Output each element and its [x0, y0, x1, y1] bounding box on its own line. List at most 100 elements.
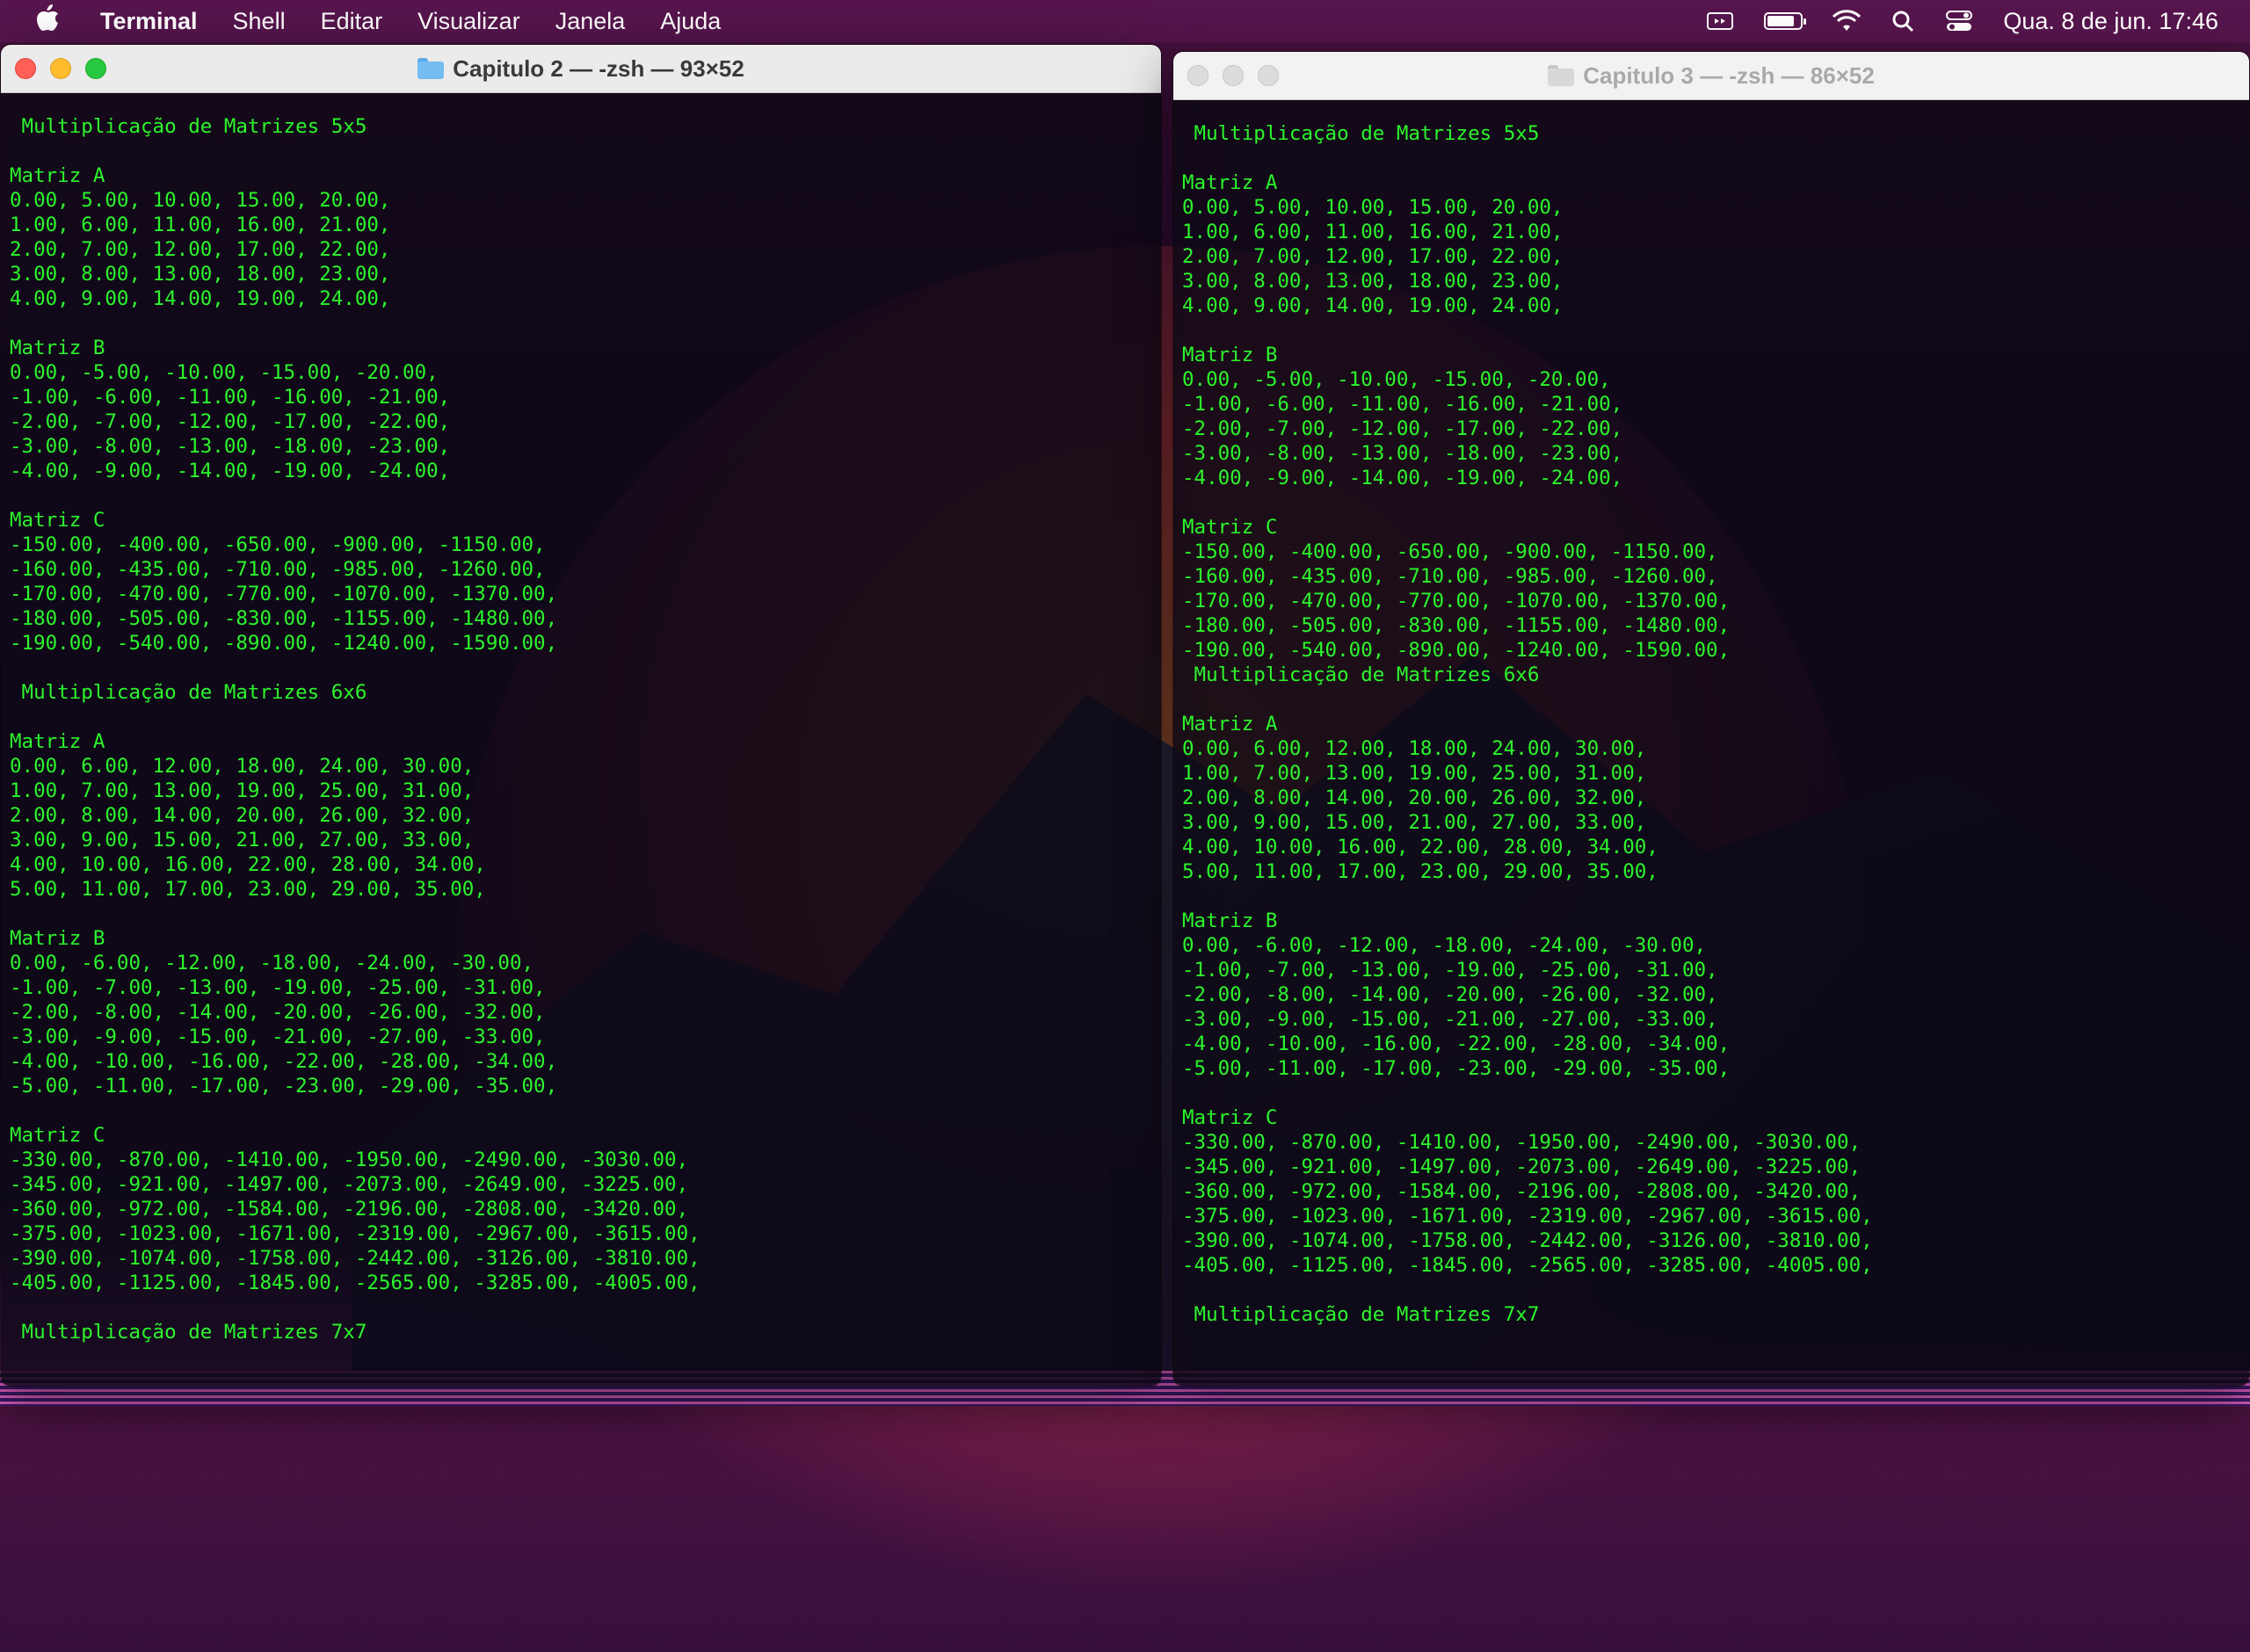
- terminal-line: 0.00, 5.00, 10.00, 15.00, 20.00,: [10, 189, 391, 212]
- terminal-line: 1.00, 7.00, 13.00, 19.00, 25.00, 31.00,: [10, 779, 475, 802]
- terminal-window-capitulo-3[interactable]: Capitulo 3 — -zsh — 86×52 Multiplicação …: [1172, 51, 2250, 1387]
- spotlight-search-icon[interactable]: [1891, 9, 1915, 33]
- terminal-line: 5.00, 11.00, 17.00, 23.00, 29.00, 35.00,: [10, 878, 486, 901]
- menu-app-name[interactable]: Terminal: [100, 8, 198, 35]
- terminal-line: -3.00, -8.00, -13.00, -18.00, -23.00,: [1182, 442, 1623, 465]
- terminal-line: -160.00, -435.00, -710.00, -985.00, -126…: [10, 558, 546, 581]
- terminal-line: 4.00, 9.00, 14.00, 19.00, 24.00,: [10, 287, 391, 310]
- folder-icon: [417, 58, 445, 79]
- folder-icon: [1548, 65, 1575, 86]
- traffic-lights: [1187, 52, 1293, 99]
- menu-editar[interactable]: Editar: [321, 8, 383, 35]
- terminal-line: -4.00, -9.00, -14.00, -19.00, -24.00,: [1182, 467, 1623, 489]
- terminal-line: -3.00, -9.00, -15.00, -21.00, -27.00, -3…: [10, 1025, 546, 1048]
- terminal-line: Multiplicação de Matrizes 5x5: [1182, 122, 1540, 145]
- menu-janela[interactable]: Janela: [555, 8, 626, 35]
- terminal-line: -180.00, -505.00, -830.00, -1155.00, -14…: [1182, 614, 1731, 637]
- window-titlebar[interactable]: Capitulo 2 — -zsh — 93×52: [1, 45, 1161, 93]
- control-center-icon[interactable]: [1945, 9, 1973, 33]
- terminal-line: Multiplicação de Matrizes 6x6: [1182, 663, 1540, 686]
- terminal-line: Matriz B: [10, 337, 105, 359]
- terminal-line: -160.00, -435.00, -710.00, -985.00, -126…: [1182, 565, 1718, 588]
- terminal-line: 5.00, 11.00, 17.00, 23.00, 29.00, 35.00,: [1182, 860, 1658, 883]
- terminal-line: 0.00, 6.00, 12.00, 18.00, 24.00, 30.00,: [10, 755, 475, 778]
- terminal-line: 1.00, 6.00, 11.00, 16.00, 21.00,: [1182, 221, 1564, 243]
- terminal-line: 2.00, 8.00, 14.00, 20.00, 26.00, 32.00,: [1182, 786, 1647, 809]
- terminal-line: -190.00, -540.00, -890.00, -1240.00, -15…: [10, 632, 558, 655]
- menu-clock[interactable]: Qua. 8 de jun. 17:46: [2003, 8, 2218, 35]
- terminal-line: -5.00, -11.00, -17.00, -23.00, -29.00, -…: [1182, 1057, 1731, 1080]
- terminal-line: 0.00, 5.00, 10.00, 15.00, 20.00,: [1182, 196, 1564, 219]
- terminal-line: 2.00, 8.00, 14.00, 20.00, 26.00, 32.00,: [10, 804, 475, 827]
- terminal-line: -4.00, -10.00, -16.00, -22.00, -28.00, -…: [10, 1050, 558, 1073]
- terminal-line: -3.00, -9.00, -15.00, -21.00, -27.00, -3…: [1182, 1008, 1718, 1031]
- terminal-line: -330.00, -870.00, -1410.00, -1950.00, -2…: [1182, 1131, 1862, 1154]
- terminal-line: 0.00, -5.00, -10.00, -15.00, -20.00,: [10, 361, 439, 384]
- terminal-line: Matriz A: [10, 164, 105, 187]
- terminal-line: Matriz B: [1182, 344, 1278, 366]
- terminal-line: Multiplicação de Matrizes 7x7: [10, 1321, 367, 1344]
- terminal-line: Multiplicação de Matrizes 7x7: [1182, 1303, 1540, 1326]
- terminal-line: 1.00, 7.00, 13.00, 19.00, 25.00, 31.00,: [1182, 762, 1647, 785]
- terminal-line: 3.00, 9.00, 15.00, 21.00, 27.00, 33.00,: [1182, 811, 1647, 834]
- terminal-output[interactable]: Multiplicação de Matrizes 5x5 Matriz A 0.0…: [1173, 100, 2249, 1386]
- terminal-line: -1.00, -6.00, -11.00, -16.00, -21.00,: [10, 386, 451, 409]
- terminal-line: -375.00, -1023.00, -1671.00, -2319.00, -…: [10, 1222, 700, 1245]
- minimize-button[interactable]: [50, 58, 71, 79]
- terminal-line: -405.00, -1125.00, -1845.00, -2565.00, -…: [1182, 1254, 1873, 1277]
- battery-icon[interactable]: [1764, 12, 1807, 30]
- wifi-icon[interactable]: [1833, 10, 1862, 33]
- terminal-line: 0.00, 6.00, 12.00, 18.00, 24.00, 30.00,: [1182, 737, 1647, 760]
- zoom-button[interactable]: [85, 58, 106, 79]
- terminal-line: 4.00, 9.00, 14.00, 19.00, 24.00,: [1182, 294, 1564, 317]
- menu-bar: Terminal Shell Editar Visualizar Janela …: [0, 0, 2250, 42]
- terminal-line: -5.00, -11.00, -17.00, -23.00, -29.00, -…: [10, 1075, 558, 1098]
- window-titlebar[interactable]: Capitulo 3 — -zsh — 86×52: [1173, 52, 2249, 100]
- terminal-line: -150.00, -400.00, -650.00, -900.00, -115…: [10, 533, 546, 556]
- terminal-line: -180.00, -505.00, -830.00, -1155.00, -14…: [10, 607, 558, 630]
- terminal-line: -2.00, -7.00, -12.00, -17.00, -22.00,: [10, 410, 451, 433]
- window-title: Capitulo 3 — -zsh — 86×52: [1583, 62, 1875, 89]
- close-button[interactable]: [1187, 65, 1208, 86]
- menu-visualizar[interactable]: Visualizar: [417, 8, 520, 35]
- terminal-line: -2.00, -7.00, -12.00, -17.00, -22.00,: [1182, 417, 1623, 440]
- terminal-line: -345.00, -921.00, -1497.00, -2073.00, -2…: [10, 1173, 689, 1196]
- terminal-line: -170.00, -470.00, -770.00, -1070.00, -13…: [1182, 590, 1731, 612]
- terminal-window-capitulo-2[interactable]: Capitulo 2 — -zsh — 93×52 Multiplicação …: [0, 44, 1162, 1387]
- zoom-button[interactable]: [1258, 65, 1279, 86]
- terminal-line: 0.00, -6.00, -12.00, -18.00, -24.00, -30…: [1182, 934, 1707, 957]
- terminal-line: Matriz A: [10, 730, 105, 753]
- terminal-line: Matriz C: [10, 509, 105, 532]
- minimize-button[interactable]: [1223, 65, 1244, 86]
- terminal-line: -2.00, -8.00, -14.00, -20.00, -26.00, -3…: [1182, 983, 1718, 1006]
- terminal-line: Matriz B: [1182, 909, 1278, 932]
- terminal-line: -405.00, -1125.00, -1845.00, -2565.00, -…: [10, 1272, 700, 1294]
- window-title: Capitulo 2 — -zsh — 93×52: [453, 54, 744, 82]
- terminal-line: -375.00, -1023.00, -1671.00, -2319.00, -…: [1182, 1205, 1873, 1228]
- terminal-line: Matriz C: [10, 1124, 105, 1147]
- terminal-line: Matriz A: [1182, 713, 1278, 735]
- terminal-line: -1.00, -6.00, -11.00, -16.00, -21.00,: [1182, 393, 1623, 416]
- terminal-line: 0.00, -6.00, -12.00, -18.00, -24.00, -30…: [10, 952, 534, 975]
- menu-shell[interactable]: Shell: [233, 8, 286, 35]
- terminal-line: 0.00, -5.00, -10.00, -15.00, -20.00,: [1182, 368, 1611, 391]
- terminal-line: -360.00, -972.00, -1584.00, -2196.00, -2…: [10, 1198, 689, 1221]
- terminal-output[interactable]: Multiplicação de Matrizes 5x5 Matriz A 0.0…: [1, 93, 1161, 1386]
- terminal-line: 2.00, 7.00, 12.00, 17.00, 22.00,: [1182, 245, 1564, 268]
- close-button[interactable]: [15, 58, 36, 79]
- terminal-line: -1.00, -7.00, -13.00, -19.00, -25.00, -3…: [1182, 959, 1718, 982]
- terminal-line: 3.00, 9.00, 15.00, 21.00, 27.00, 33.00,: [10, 829, 475, 851]
- display-mirroring-icon[interactable]: [1706, 11, 1734, 32]
- apple-menu-icon[interactable]: [35, 4, 70, 39]
- terminal-line: -4.00, -10.00, -16.00, -22.00, -28.00, -…: [1182, 1032, 1731, 1055]
- menu-ajuda[interactable]: Ajuda: [660, 8, 721, 35]
